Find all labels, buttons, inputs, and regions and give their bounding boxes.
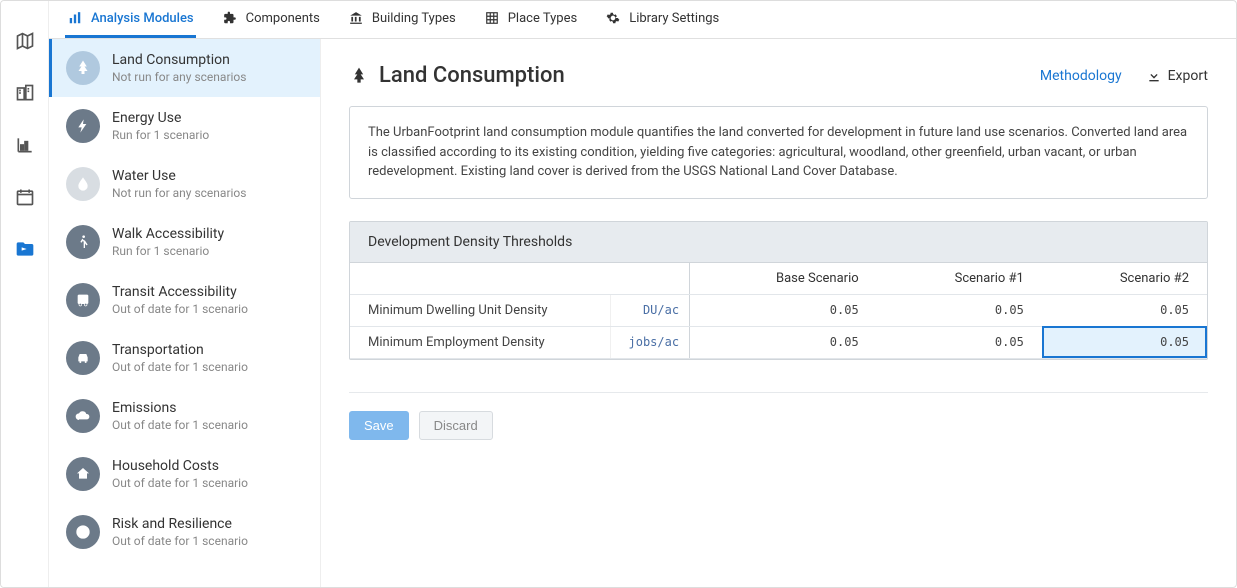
tab-label: Library Settings — [629, 11, 719, 26]
tab-building-types[interactable]: Building Types — [346, 1, 458, 38]
module-subtitle: Out of date for 1 scenario — [112, 418, 248, 432]
tree-icon — [66, 51, 100, 85]
module-item-land-consumption[interactable]: Land Consumption Not run for any scenari… — [49, 39, 320, 97]
module-subtitle: Out of date for 1 scenario — [112, 302, 248, 316]
grid-header-base: Base Scenario — [690, 263, 877, 295]
grid-icon — [484, 10, 500, 26]
top-tabs: Analysis Modules Components Building Typ… — [49, 1, 1236, 39]
folder-icon[interactable] — [13, 237, 37, 261]
gear-icon — [605, 10, 621, 26]
tab-components[interactable]: Components — [220, 1, 322, 38]
module-title: Transportation — [112, 342, 248, 358]
tab-label: Building Types — [372, 11, 456, 26]
module-subtitle: Out of date for 1 scenario — [112, 476, 248, 490]
module-item-transit-accessibility[interactable]: Transit Accessibility Out of date for 1 … — [49, 271, 320, 329]
cell-s1[interactable]: 0.05 — [877, 294, 1042, 326]
bolt-icon — [66, 109, 100, 143]
module-title: Energy Use — [112, 110, 209, 126]
divider — [349, 392, 1208, 393]
globe-icon — [66, 515, 100, 549]
detail-pane: Land Consumption Methodology Export The … — [321, 39, 1236, 587]
cell-base[interactable]: 0.05 — [690, 294, 877, 326]
module-subtitle: Not run for any scenarios — [112, 70, 246, 84]
module-item-walk-accessibility[interactable]: Walk Accessibility Run for 1 scenario — [49, 213, 320, 271]
module-title: Transit Accessibility — [112, 284, 248, 300]
module-title: Water Use — [112, 168, 246, 184]
row-label: Minimum Dwelling Unit Density — [350, 294, 610, 326]
module-subtitle: Not run for any scenarios — [112, 186, 246, 200]
car-icon — [66, 341, 100, 375]
cell-s2[interactable]: 0.05 — [1042, 294, 1207, 326]
table-row: Minimum Employment Density jobs/ac 0.05 … — [350, 326, 1207, 358]
cell-s1[interactable]: 0.05 — [877, 326, 1042, 358]
tab-place-types[interactable]: Place Types — [482, 1, 579, 38]
module-title: Land Consumption — [112, 52, 246, 68]
puzzle-icon — [222, 10, 238, 26]
left-nav-strip — [1, 1, 49, 587]
tree-icon — [349, 66, 369, 86]
module-list: Land Consumption Not run for any scenari… — [49, 39, 321, 587]
buildings-icon[interactable] — [13, 81, 37, 105]
row-label: Minimum Employment Density — [350, 326, 610, 358]
grid-header-s2: Scenario #2 — [1042, 263, 1207, 295]
module-title: Walk Accessibility — [112, 226, 224, 242]
tab-label: Components — [246, 11, 320, 26]
module-subtitle: Out of date for 1 scenario — [112, 534, 248, 548]
tab-label: Analysis Modules — [91, 11, 194, 26]
save-button[interactable]: Save — [349, 411, 409, 440]
discard-button[interactable]: Discard — [419, 411, 493, 440]
tab-analysis-modules[interactable]: Analysis Modules — [65, 1, 196, 38]
calendar-icon[interactable] — [13, 185, 37, 209]
module-item-risk-resilience[interactable]: Risk and Resilience Out of date for 1 sc… — [49, 503, 320, 561]
bar-chart-icon — [67, 10, 83, 26]
tab-library-settings[interactable]: Library Settings — [603, 1, 721, 38]
module-item-energy-use[interactable]: Energy Use Run for 1 scenario — [49, 97, 320, 155]
module-title: Household Costs — [112, 458, 248, 474]
cloud-icon — [66, 399, 100, 433]
tab-label: Place Types — [508, 11, 577, 26]
map-icon[interactable] — [13, 29, 37, 53]
page-title-text: Land Consumption — [379, 63, 565, 88]
chart-icon[interactable] — [13, 133, 37, 157]
module-description: The UrbanFootprint land consumption modu… — [349, 106, 1208, 199]
cell-s2[interactable]: 0.05 — [1042, 326, 1207, 358]
download-icon — [1146, 68, 1162, 84]
home-icon — [66, 457, 100, 491]
export-label: Export — [1168, 68, 1208, 84]
module-title: Risk and Resilience — [112, 516, 248, 532]
module-subtitle: Run for 1 scenario — [112, 128, 209, 142]
methodology-link[interactable]: Methodology — [1040, 68, 1122, 84]
page-title: Land Consumption — [349, 63, 565, 88]
cell-base[interactable]: 0.05 — [690, 326, 877, 358]
grid-header-empty — [350, 263, 690, 295]
table-row: Minimum Dwelling Unit Density DU/ac 0.05… — [350, 294, 1207, 326]
module-item-household-costs[interactable]: Household Costs Out of date for 1 scenar… — [49, 445, 320, 503]
walk-icon — [66, 225, 100, 259]
row-unit: DU/ac — [610, 294, 690, 326]
module-item-transportation[interactable]: Transportation Out of date for 1 scenari… — [49, 329, 320, 387]
bus-icon — [66, 283, 100, 317]
module-subtitle: Run for 1 scenario — [112, 244, 224, 258]
grid-caption: Development Density Thresholds — [350, 222, 1207, 263]
droplet-icon — [66, 167, 100, 201]
module-title: Emissions — [112, 400, 248, 416]
row-unit: jobs/ac — [610, 326, 690, 358]
module-item-water-use[interactable]: Water Use Not run for any scenarios — [49, 155, 320, 213]
grid-header-s1: Scenario #1 — [877, 263, 1042, 295]
export-button[interactable]: Export — [1146, 68, 1208, 84]
module-item-emissions[interactable]: Emissions Out of date for 1 scenario — [49, 387, 320, 445]
module-subtitle: Out of date for 1 scenario — [112, 360, 248, 374]
density-thresholds-grid: Development Density Thresholds Base Scen… — [349, 221, 1208, 360]
bank-icon — [348, 10, 364, 26]
